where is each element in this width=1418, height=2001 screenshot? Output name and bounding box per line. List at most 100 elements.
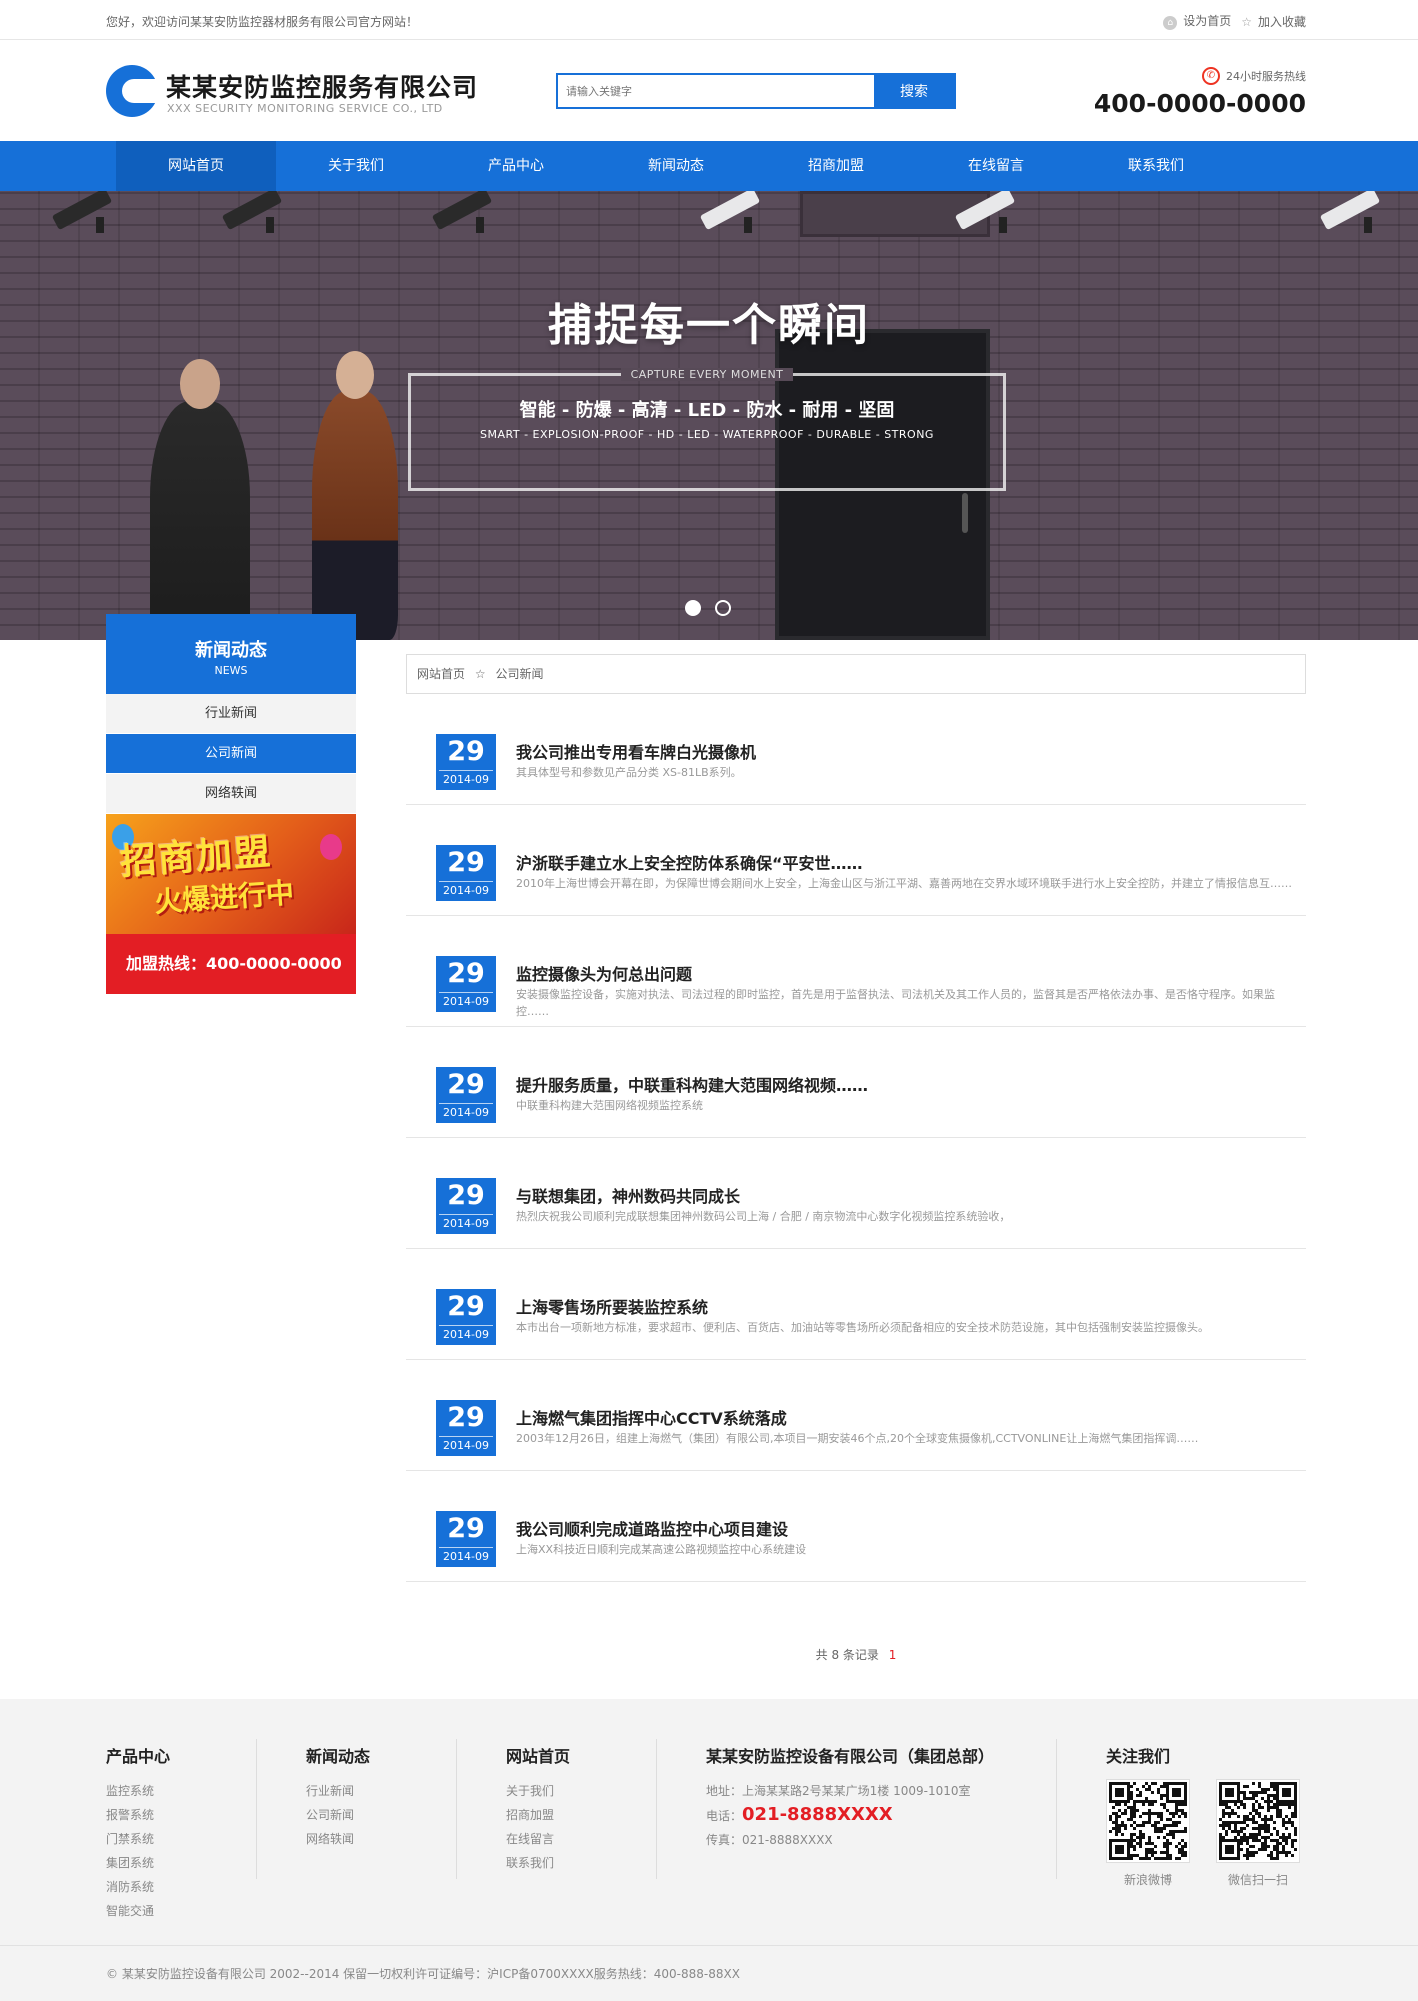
footer-follow: 关注我们 新浪微博 微信扫一扫 <box>1106 1743 1300 1888</box>
camera-icon <box>954 191 1025 233</box>
nav-item-news[interactable]: 新闻动态 <box>596 141 756 191</box>
company-name: 某某安防监控设备有限公司（集团总部） <box>706 1747 995 1766</box>
page-number[interactable]: 1 <box>889 1648 897 1662</box>
footer-link[interactable]: 监控系统 <box>106 1779 170 1803</box>
news-title[interactable]: 提升服务质量，中联重科构建大范围网络视频…… <box>516 1072 868 1096</box>
nav-item-products[interactable]: 产品中心 <box>436 141 596 191</box>
news-item[interactable]: 29 2014-09 监控摄像头为何总出问题安装摄像监控设备，实施对执法、司法过程的… <box>406 916 1306 1027</box>
news-month: 2014-09 <box>443 773 489 786</box>
star-icon: ☆ <box>1241 14 1252 29</box>
logo-icon[interactable] <box>106 65 160 117</box>
breadcrumb-separator-icon: ☆ <box>474 667 486 681</box>
search-button[interactable]: 搜索 <box>874 75 954 107</box>
site-header: 某某安防监控服务有限公司 XXX SECURITY MONITORING SER… <box>0 41 1418 141</box>
set-home-link[interactable]: ⌂ 设为首页 <box>1163 12 1231 30</box>
footer-link[interactable]: 联系我们 <box>506 1851 570 1875</box>
news-summary: 其具体型号和参数见产品分类 XS-81LB系列。 <box>516 766 742 779</box>
slider-dot-2[interactable] <box>715 600 731 616</box>
footer-link[interactable]: 智能交通 <box>106 1899 170 1923</box>
footer-link[interactable]: 在线留言 <box>506 1827 570 1851</box>
search-input[interactable] <box>558 75 874 107</box>
sidebar-item-industry-news[interactable]: 行业新闻 <box>106 694 356 734</box>
footer-products: 产品中心 监控系统 报警系统 门禁系统 集团系统 消防系统 智能交通 <box>106 1743 170 1923</box>
footer-divider <box>656 1739 657 1879</box>
news-title[interactable]: 与联想集团，神州数码共同成长 <box>516 1183 740 1207</box>
news-item[interactable]: 29 2014-09 沪浙联手建立水上安全控防体系确保“平安世…… 2010年上海世博… <box>406 805 1306 916</box>
news-day: 29 <box>439 1178 493 1215</box>
news-item[interactable]: 29 2014-09 与联想集团，神州数码共同成长热烈庆祝我公司顺利完成联想集团神州… <box>406 1138 1306 1249</box>
footer-link[interactable]: 集团系统 <box>106 1851 170 1875</box>
footer-link[interactable]: 招商加盟 <box>506 1803 570 1827</box>
nav-item-message[interactable]: 在线留言 <box>916 141 1076 191</box>
news-title[interactable]: 沪浙联手建立水上安全控防体系确保“平安世…… <box>516 850 863 874</box>
nav-item-home[interactable]: 网站首页 <box>116 141 276 191</box>
news-list: 29 2014-09 我公司推出专用看车牌白光摄像机 其具体型号和参数见产品分类 XS… <box>406 694 1306 1582</box>
footer-link[interactable]: 消防系统 <box>106 1875 170 1899</box>
sidebar: 新闻动态 NEWS 行业新闻 公司新闻 网络轶闻 招商加盟 火爆进行中 加盟热线… <box>106 614 356 994</box>
favorite-link[interactable]: ☆ 加入收藏 <box>1241 13 1306 30</box>
footer-link[interactable]: 关于我们 <box>506 1779 570 1803</box>
sidebar-item-web-news[interactable]: 网络轶闻 <box>106 774 356 814</box>
nav-item-contact[interactable]: 联系我们 <box>1076 141 1236 191</box>
news-summary: 热烈庆祝我公司顺利完成联想集团神州数码公司上海 / 合肥 / 南京物流中心数字化… <box>516 1210 1011 1223</box>
news-day: 29 <box>439 734 493 771</box>
slider-dot-1[interactable] <box>685 600 701 616</box>
hotline-label: ✆ 24小时服务热线 <box>1202 67 1306 85</box>
franchise-promo-banner[interactable]: 招商加盟 火爆进行中 <box>106 814 356 934</box>
footer-link[interactable]: 行业新闻 <box>306 1779 370 1803</box>
camera-icon <box>1319 191 1390 233</box>
footer-divider <box>256 1739 257 1879</box>
news-title[interactable]: 监控摄像头为何总出问题 <box>516 961 692 985</box>
breadcrumb: 网站首页 ☆ 公司新闻 <box>406 654 1306 694</box>
footer-news-title: 新闻动态 <box>306 1747 371 1766</box>
company-fax: 传真：021-8888XXXX <box>706 1833 833 1847</box>
banner-features: 智能 - 防爆 - 高清 - LED - 防水 - 耐用 - 坚固 <box>519 400 895 421</box>
news-summary: 2010年上海世博会开幕在即，为保障世博会期间水上安全，上海金山区与浙江平湖、嘉… <box>516 877 1292 890</box>
camera-icon <box>431 191 502 233</box>
breadcrumb-home[interactable]: 网站首页 <box>417 667 465 681</box>
footer-link[interactable]: 公司新闻 <box>306 1803 370 1827</box>
news-date-badge: 29 2014-09 <box>436 956 496 1012</box>
news-item[interactable]: 29 2014-09 我公司推出专用看车牌白光摄像机其具体型号和参数见产品分类 XS… <box>406 694 1306 805</box>
news-title[interactable]: 上海零售场所要装监控系统 <box>516 1294 708 1318</box>
news-item[interactable]: 29 2014-09 上海燃气集团指挥中心CCTV系统落成 2003年12月26日，组… <box>406 1360 1306 1471</box>
banner-features-en: SMART - EXPLOSION-PROOF - HD - LED - WAT… <box>480 428 934 441</box>
company-address: 地址：上海某某路2号某某广场1楼 1009-1010室 <box>706 1784 971 1798</box>
nav-item-about[interactable]: 关于我们 <box>276 141 436 191</box>
slider-dots <box>685 600 731 616</box>
news-day: 29 <box>439 1289 493 1326</box>
news-date-badge: 29 2014-09 <box>436 845 496 901</box>
news-summary: 上海XX科技近日顺利完成某高速公路视频监控中心系统建设 <box>516 1543 807 1556</box>
news-summary: 本市出台一项新地方标准，要求超市、便利店、百货店、加油站等零售场所必须配备相应的… <box>516 1321 1209 1334</box>
camera-icon <box>699 191 770 233</box>
banner-title: 捕捉每一个瞬间 <box>548 300 870 351</box>
footer-link[interactable]: 门禁系统 <box>106 1827 170 1851</box>
news-month: 2014-09 <box>443 1217 489 1230</box>
news-item[interactable]: 29 2014-09 我公司顺利完成道路监控中心项目建设 上海XX科技近日顺利完成某高… <box>406 1471 1306 1582</box>
footer-link[interactable]: 网络轶闻 <box>306 1827 370 1851</box>
news-summary: 中联重科构建大范围网络视频监控系统 <box>516 1099 703 1112</box>
news-title[interactable]: 上海燃气集团指挥中心CCTV系统落成 <box>516 1405 787 1429</box>
news-title[interactable]: 我公司推出专用看车牌白光摄像机 <box>516 739 756 763</box>
sidebar-item-company-news[interactable]: 公司新闻 <box>106 734 356 774</box>
news-item[interactable]: 29 2014-09 上海零售场所要装监控系统 本市出台一项新地方标准，要求超市、便利… <box>406 1249 1306 1360</box>
news-summary: 安装摄像监控设备，实施对执法、司法过程的即时监控，首先是用于监督执法、司法机关及… <box>516 988 1275 1018</box>
hero-banner: 捕捉每一个瞬间 CAPTURE EVERY MOMENT 智能 - 防爆 - 高… <box>0 191 1418 640</box>
hotline-number: 400-0000-0000 <box>1093 89 1306 118</box>
breadcrumb-current: 公司新闻 <box>495 667 544 681</box>
news-item[interactable]: 29 2014-09 提升服务质量，中联重科构建大范围网络视频…… 中联重科构建大范围… <box>406 1027 1306 1138</box>
footer-site: 网站首页 关于我们 招商加盟 在线留言 联系我们 <box>506 1743 570 1875</box>
qr-label: 新浪微博 <box>1123 1873 1172 1887</box>
logo-title[interactable]: 某某安防监控服务有限公司 <box>166 68 478 104</box>
top-links: ⌂ 设为首页 ☆ 加入收藏 <box>1163 12 1306 30</box>
news-title[interactable]: 我公司顺利完成道路监控中心项目建设 <box>516 1516 788 1540</box>
news-day: 29 <box>439 1067 493 1104</box>
banner-feature-box: CAPTURE EVERY MOMENT 智能 - 防爆 - 高清 - LED … <box>408 368 1006 491</box>
camera-icon <box>51 191 122 233</box>
news-month: 2014-09 <box>443 1439 489 1452</box>
record-count: 共 8 条记录 <box>815 1648 879 1662</box>
nav-item-franchise[interactable]: 招商加盟 <box>756 141 916 191</box>
franchise-hotline: 加盟热线：400-0000-0000 <box>106 934 356 994</box>
news-month: 2014-09 <box>443 1550 489 1563</box>
footer-link[interactable]: 报警系统 <box>106 1803 170 1827</box>
